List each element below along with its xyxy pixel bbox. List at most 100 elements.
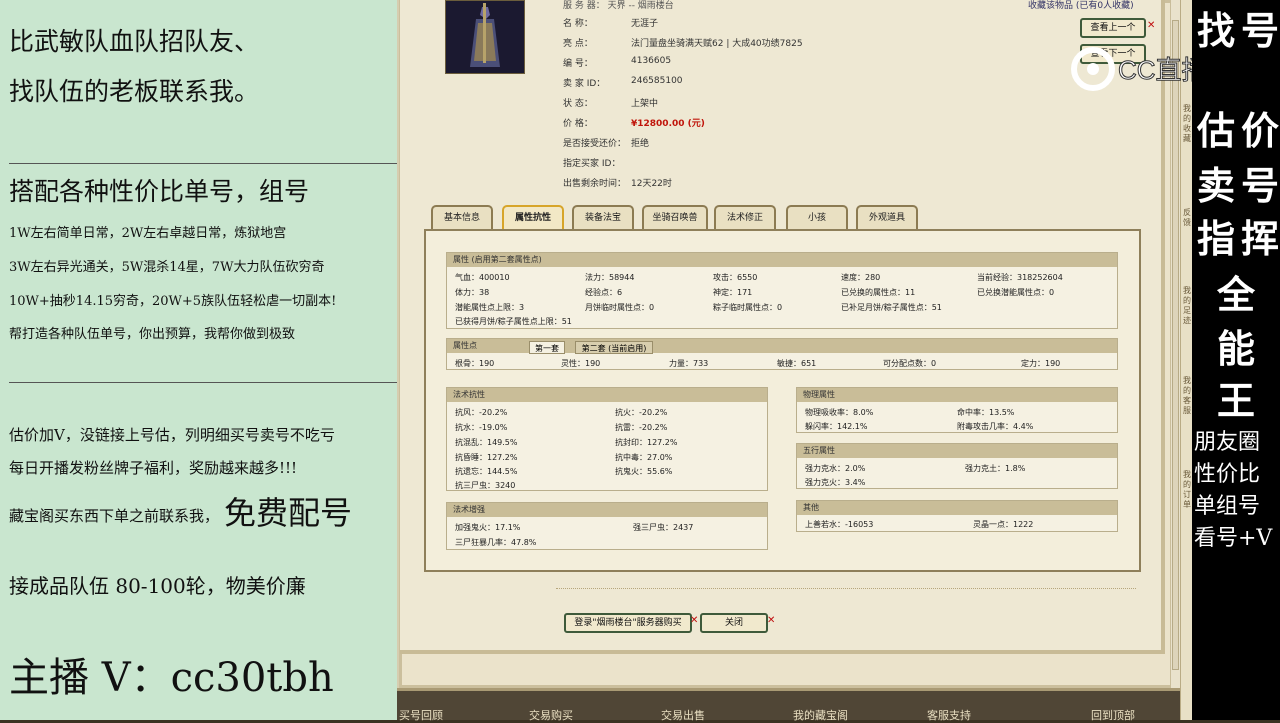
resist-cell: 抗混乱：149.5% bbox=[455, 438, 518, 447]
physical-cell: 躲闪率：142.1% bbox=[805, 422, 868, 431]
resist-cell: 抗三尸虫：3240 bbox=[455, 481, 516, 490]
resist-cell: 抗封印：127.2% bbox=[615, 438, 678, 447]
back-to-top-button[interactable]: 回到顶部 bbox=[1091, 707, 1135, 723]
attr-cell: 当前经验：318252604 bbox=[977, 273, 1063, 282]
ad-heading-combos: 搭配各种性价比单号，组号 bbox=[9, 177, 310, 206]
right-ad-panel: 找 号 估 价 卖 号 指 挥 全 能 王 朋友圈 性价比 单组号 看号+V bbox=[1192, 0, 1280, 720]
right-ad-char: 号 bbox=[1240, 8, 1279, 53]
info-label: 名 称： bbox=[563, 19, 593, 29]
points-cell: 敏捷：651 bbox=[777, 359, 817, 368]
tab-mounts[interactable]: 坐骑召唤兽 bbox=[642, 205, 708, 229]
resist-cell: 抗中毒：27.0% bbox=[615, 453, 673, 462]
resist-cell: 抗火：-20.2% bbox=[615, 408, 668, 417]
info-value-name: 无涯子 bbox=[631, 19, 659, 29]
bottom-nav-item[interactable]: 交易购买 bbox=[529, 707, 573, 723]
right-ad-char: 王 bbox=[1216, 378, 1255, 423]
points-box: 属性点 第一套 第二套 (当前启用) 根骨：190 灵性：190 力量：733 … bbox=[446, 338, 1118, 370]
boost-title: 法术增强 bbox=[447, 503, 767, 517]
ad-item: 10W+抽秒14.15穷奇，20W+5族队伍轻松虐一切副本! bbox=[9, 294, 337, 309]
physical-cell: 物理吸收率：8.0% bbox=[805, 408, 874, 417]
bottom-nav-item[interactable]: 买号回顾 bbox=[399, 707, 443, 723]
bottom-nav-item[interactable]: 我的藏宝阁 bbox=[793, 707, 848, 723]
side-link[interactable]: 我的客服 bbox=[1183, 376, 1192, 416]
resist-title: 法术抗性 bbox=[447, 388, 767, 402]
info-value-id: 4136605 bbox=[631, 56, 672, 66]
info-label: 出售剩余时间： bbox=[563, 179, 627, 189]
info-label: 编 号： bbox=[563, 59, 593, 69]
bottom-nav-item[interactable]: 交易出售 bbox=[661, 707, 705, 723]
other-cell: 灵晶一点：1222 bbox=[973, 520, 1034, 529]
side-link[interactable]: 我的订单 bbox=[1183, 470, 1192, 510]
attr-cell: 神定：171 bbox=[713, 288, 753, 297]
resist-cell: 抗遗忘：144.5% bbox=[455, 467, 518, 476]
right-ad-small: 看号+V bbox=[1194, 526, 1273, 551]
physical-cell: 命中率：13.5% bbox=[957, 408, 1015, 417]
other-cell: 上善若水：-16053 bbox=[805, 520, 874, 529]
close-icon: ✕ bbox=[690, 615, 699, 626]
attr-cell: 粽子临时属性点：0 bbox=[713, 303, 783, 312]
divider bbox=[9, 382, 397, 383]
info-label: 卖 家 ID： bbox=[563, 79, 606, 89]
tab-child[interactable]: 小孩 bbox=[786, 205, 848, 229]
points-subtab-first[interactable]: 第一套 bbox=[529, 341, 565, 354]
tab-appearance[interactable]: 外观道具 bbox=[856, 205, 918, 229]
resist-cell: 抗雷：-20.2% bbox=[615, 423, 668, 432]
bottom-nav-item[interactable]: 客服支持 bbox=[927, 707, 971, 723]
boost-cell: 加强鬼火：17.1% bbox=[455, 523, 521, 532]
right-ad-char: 全 bbox=[1216, 272, 1255, 317]
resist-cell: 抗水：-19.0% bbox=[455, 423, 508, 432]
attributes-box: 属性 (启用第二套属性点) 气血：400010 法力：58944 攻击：6550… bbox=[446, 252, 1118, 329]
points-cell: 灵性：190 bbox=[561, 359, 601, 368]
boost-box: 法术增强 加强鬼火：17.1% 强三尸虫：2437 三尸狂暴几率：47.8% bbox=[446, 502, 768, 550]
ad-item: 帮打造各种队伍单号，你出预算，我帮你做到极致 bbox=[9, 327, 296, 342]
side-link[interactable]: 我的足迹 bbox=[1183, 286, 1192, 326]
ad-line-team: 接成品队伍 80-100轮，物美价廉 bbox=[9, 574, 306, 598]
other-title: 其他 bbox=[797, 501, 1117, 515]
right-ad-char: 能 bbox=[1216, 326, 1255, 371]
physical-box: 物理属性 物理吸收率：8.0% 命中率：13.5% 躲闪率：142.1% 附毒攻… bbox=[796, 387, 1118, 433]
resist-cell: 抗昏睡：127.2% bbox=[455, 453, 518, 462]
attr-note: 已获得月饼/粽子属性点上限：51 bbox=[455, 317, 572, 326]
attr-cell: 已兑换的属性点：11 bbox=[841, 288, 916, 297]
info-value-seller: 246585100 bbox=[631, 76, 683, 86]
close-icon: ✕ bbox=[767, 615, 776, 626]
elements-box: 五行属性 强力克水：2.0% 强力克土：1.8% 强力克火：3.4% bbox=[796, 443, 1118, 489]
close-icon: ✕ bbox=[1147, 20, 1156, 31]
right-ad-char: 价 bbox=[1240, 108, 1279, 153]
elements-cell: 强力克水：2.0% bbox=[805, 464, 866, 473]
points-cell: 定力：190 bbox=[1021, 359, 1061, 368]
info-label: 指定买家 ID： bbox=[563, 159, 621, 169]
resist-box: 法术抗性 抗风：-20.2% 抗火：-20.2% 抗水：-19.0% 抗雷：-2… bbox=[446, 387, 768, 491]
dotted-divider bbox=[556, 588, 1136, 590]
points-subtab-second[interactable]: 第二套 (当前启用) bbox=[575, 341, 653, 354]
right-ad-small: 单组号 bbox=[1194, 494, 1261, 519]
bottom-nav-bar: 买号回顾 交易购买 交易出售 我的藏宝阁 客服支持 回到顶部 bbox=[397, 688, 1180, 723]
attr-cell: 潜能属性点上限：3 bbox=[455, 303, 525, 312]
info-label: 亮 点： bbox=[563, 39, 593, 49]
attr-cell: 速度：280 bbox=[841, 273, 881, 282]
tab-spells[interactable]: 法术修正 bbox=[714, 205, 776, 229]
ad-line-daily: 每日开播发粉丝牌子福利，奖励越来越多!!! bbox=[9, 459, 298, 477]
tab-attributes[interactable]: 属性抗性 bbox=[502, 205, 564, 229]
prev-item-button[interactable]: 查看上一个 bbox=[1080, 18, 1146, 38]
favorite-link[interactable]: 收藏该物品 (已有0人收藏) bbox=[1028, 0, 1134, 11]
info-value-highlight: 法门量盘坐骑满天赋62 | 大成40功绩7825 bbox=[631, 39, 803, 49]
login-buy-button[interactable]: 登录"烟雨楼台"服务器购买 bbox=[564, 613, 692, 633]
logo-text: CC直播 bbox=[1118, 55, 1194, 85]
info-value-time-left: 12天22时 bbox=[631, 179, 672, 189]
attr-cell: 已兑换潜能属性点：0 bbox=[977, 288, 1055, 297]
tab-equipment[interactable]: 装备法宝 bbox=[572, 205, 634, 229]
right-ad-char: 号 bbox=[1240, 163, 1279, 208]
other-box: 其他 上善若水：-16053 灵晶一点：1222 bbox=[796, 500, 1118, 532]
info-value-status: 上架中 bbox=[631, 99, 659, 109]
attr-cell: 月饼临时属性点：0 bbox=[585, 303, 655, 312]
elements-cell: 强力克火：3.4% bbox=[805, 478, 866, 487]
physical-title: 物理属性 bbox=[797, 388, 1117, 402]
elements-cell: 强力克土：1.8% bbox=[965, 464, 1026, 473]
ad-item: 1W左右简单日常，2W左右卓越日常，炼狱地宫 bbox=[9, 226, 287, 241]
tab-basic-info[interactable]: 基本信息 bbox=[431, 205, 493, 229]
ad-line-recruit: 比武敏队血队招队友、 bbox=[9, 27, 260, 56]
close-button[interactable]: 关闭 bbox=[700, 613, 768, 633]
points-cell: 根骨：190 bbox=[455, 359, 495, 368]
info-label: 是否接受还价： bbox=[563, 139, 627, 149]
